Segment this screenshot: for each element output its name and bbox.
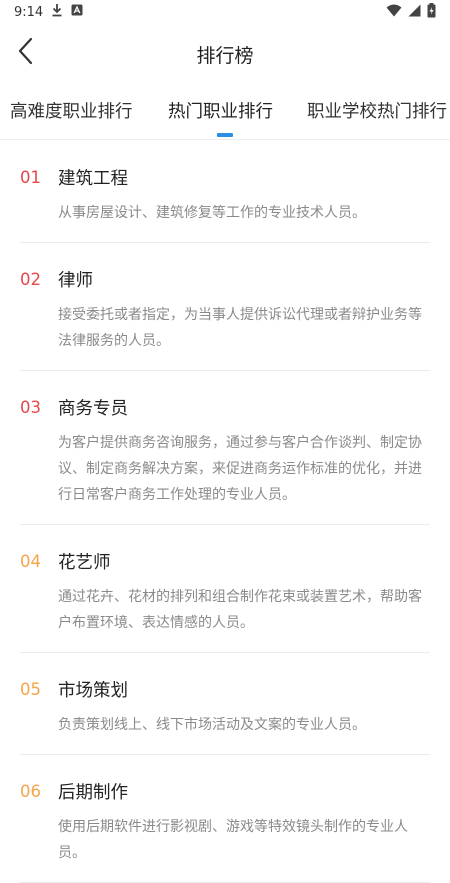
- signal-icon: [408, 4, 421, 21]
- career-name: 建筑工程: [58, 169, 128, 189]
- rank-number: 03: [20, 398, 41, 417]
- career-description: 通过花卉、花材的排列和组合制作花束或装置艺术，帮助客户布置环境、表达情感的人员。: [58, 589, 422, 631]
- tab-popular-vocational-schools[interactable]: 职业学校热门排行: [307, 98, 447, 123]
- rank-number: 01: [20, 168, 41, 187]
- ranking-list: 01 建筑工程 从事房屋设计、建筑修复等工作的专业技术人员。 02 律师 接受委…: [0, 141, 450, 883]
- nav-bar: 排行榜: [0, 24, 450, 82]
- list-item-header: 06 后期制作: [20, 779, 430, 804]
- list-item-header: 01 建筑工程: [20, 165, 430, 190]
- career-description: 为客户提供商务咨询服务，通过参与客户合作谈判、制定协议、制定商务解决方案，来促进…: [58, 435, 422, 503]
- career-description: 从事房屋设计、建筑修复等工作的专业技术人员。: [58, 205, 366, 221]
- battery-icon: [427, 2, 436, 22]
- list-item[interactable]: 04 花艺师 通过花卉、花材的排列和组合制作花束或装置艺术，帮助客户布置环境、表…: [20, 525, 430, 653]
- status-right: [386, 2, 436, 22]
- career-name: 律师: [58, 271, 93, 291]
- status-time: 9:14: [14, 4, 44, 20]
- status-left: 9:14: [14, 3, 83, 21]
- page-title: 排行榜: [196, 45, 254, 67]
- list-item-header: 02 律师: [20, 267, 430, 292]
- career-name: 市场策划: [58, 681, 128, 701]
- rank-number: 06: [20, 782, 41, 801]
- career-name: 花艺师: [58, 553, 111, 573]
- list-item[interactable]: 05 市场策划 负责策划线上、线下市场活动及文案的专业人员。: [20, 653, 430, 755]
- career-description: 使用后期软件进行影视剧、游戏等特效镜头制作的专业人员。: [58, 819, 408, 861]
- wifi-icon: [386, 4, 402, 21]
- list-item[interactable]: 01 建筑工程 从事房屋设计、建筑修复等工作的专业技术人员。: [20, 141, 430, 243]
- tab-bar: 高难度职业排行 热门职业排行 职业学校热门排行: [0, 88, 450, 140]
- a-square-icon: [71, 4, 83, 20]
- list-item-header: 05 市场策划: [20, 677, 430, 702]
- active-tab-indicator: [217, 133, 233, 137]
- rank-number: 02: [20, 270, 41, 289]
- career-name: 商务专员: [58, 399, 128, 419]
- tab-popular-careers[interactable]: 热门职业排行: [168, 98, 273, 123]
- list-item-header: 04 花艺师: [20, 549, 430, 574]
- list-item[interactable]: 06 后期制作 使用后期软件进行影视剧、游戏等特效镜头制作的专业人员。: [20, 755, 430, 883]
- career-name: 后期制作: [58, 783, 128, 803]
- tab-difficult-careers[interactable]: 高难度职业排行: [10, 98, 133, 123]
- rank-number: 05: [20, 680, 41, 699]
- list-item-header: 03 商务专员: [20, 395, 430, 420]
- list-item[interactable]: 03 商务专员 为客户提供商务咨询服务，通过参与客户合作谈判、制定协议、制定商务…: [20, 371, 430, 525]
- list-item[interactable]: 02 律师 接受委托或者指定，为当事人提供诉讼代理或者辩护业务等法律服务的人员。: [20, 243, 430, 371]
- career-description: 接受委托或者指定，为当事人提供诉讼代理或者辩护业务等法律服务的人员。: [58, 307, 422, 349]
- rank-number: 04: [20, 552, 41, 571]
- download-icon: [51, 3, 63, 21]
- status-bar: 9:14: [0, 0, 450, 24]
- career-description: 负责策划线上、线下市场活动及文案的专业人员。: [58, 717, 366, 733]
